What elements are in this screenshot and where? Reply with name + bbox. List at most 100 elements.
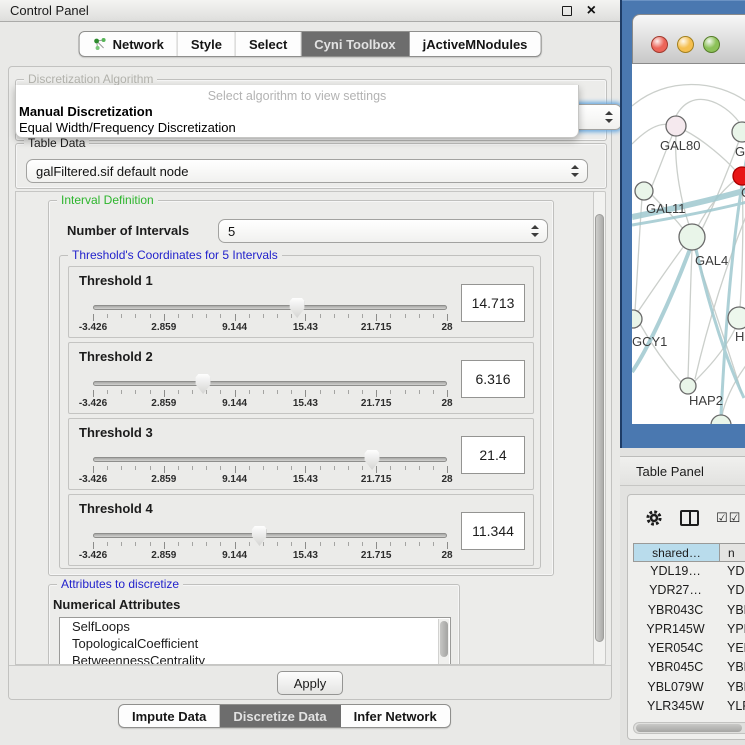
threshold-slider-track[interactable] [93,305,447,310]
threshold-value-field[interactable]: 14.713 [461,284,525,322]
table-column-header-2[interactable]: n [720,544,745,561]
algorithm-option-manual-discretization[interactable]: Manual Discretization [18,104,576,120]
tab-network[interactable]: Network [80,32,178,56]
threshold-panel-2: Threshold 2-3.4262.8599.14415.4321.71528… [68,342,534,414]
tab-label: jActiveMNodules [423,37,528,52]
checkbox-checked-icons[interactable]: ☑☑ [716,510,741,526]
apply-button[interactable]: Apply [277,671,343,695]
network-window-titlebar[interactable] [632,14,745,64]
scrollbar-thumb[interactable] [440,621,448,657]
table-row[interactable]: YBL079WYBL0 [633,678,745,697]
close-icon[interactable]: × [587,1,596,21]
discretization-algorithm-title: Discretization Algorithm [24,72,157,86]
mac-close-icon[interactable] [651,36,668,53]
node-label-hap2: HAP2 [689,393,723,408]
network-node-3[interactable] [635,182,653,200]
table-cell: YBR045C [633,658,719,677]
split-column-icon[interactable] [680,510,699,526]
node-label-h: H [735,329,744,344]
network-node-4[interactable] [679,224,705,250]
network-node-2[interactable] [733,167,745,185]
tab-discretize-data[interactable]: Discretize Data [220,705,340,727]
slider-scale-labels: -3.4262.8599.14415.4321.71528 [93,550,447,562]
tab-label: Cyni Toolbox [314,37,395,52]
table-toolbar: ☑☑ [628,495,745,541]
table-panel: Table Panel ☑☑ shared…n YDL19…YDL1YDR27…… [620,448,745,745]
mac-minimize-icon[interactable] [677,36,694,53]
table-row[interactable]: YDR27…YDR2 [633,581,745,600]
tab-impute-data[interactable]: Impute Data [119,705,220,727]
algorithm-dropdown-popup: Select algorithm to view settings Manual… [15,85,579,138]
node-label-gal80: GAL80 [660,138,700,153]
table-header-row: shared…n [633,543,745,562]
threshold-slider-track[interactable] [93,533,447,538]
network-node-7[interactable] [680,378,696,394]
attribute-item-betweennesscentrality[interactable]: BetweennessCentrality [60,652,450,665]
table-row[interactable]: YIL052CYIL0 [633,716,745,720]
control-panel-titlebar: Control Panel × [0,0,620,22]
slider-ticks [93,542,447,550]
table-cell: YBR0 [719,601,745,620]
attributes-group-title: Attributes to discretize [57,577,183,591]
number-of-intervals-combobox[interactable]: 5 [218,219,548,243]
panel-footer: Apply [9,665,611,699]
node-label-gal11: GAL11 [646,201,686,216]
table-cell: YLR345W [633,697,719,716]
table-data-combobox[interactable]: galFiltered.sif default node [26,159,588,183]
threshold-slider-track[interactable] [93,381,447,386]
algorithm-option-equal-width-frequency-discretization[interactable]: Equal Width/Frequency Discretization [18,120,576,136]
threshold-value-field[interactable]: 11.344 [461,512,525,550]
table-cell: YDL1 [719,562,745,581]
table-cell: YDR27… [633,581,719,600]
network-node-8[interactable] [711,415,731,424]
settings-scrollbar[interactable] [593,191,606,665]
threshold-value-field[interactable]: 21.4 [461,436,525,474]
threshold-value-field[interactable]: 6.316 [461,360,525,398]
tab-label: Style [191,37,222,52]
table-cell: YBR0 [719,658,745,677]
table-row[interactable]: YBR043CYBR0 [633,601,745,620]
threshold-slider-track[interactable] [93,457,447,462]
network-node-1[interactable] [732,122,745,142]
settings-gear-icon[interactable] [645,509,663,527]
table-cell: YBR043C [633,601,719,620]
network-window: GAL80GACGAL11GAL4GCY1HHAP2 [620,0,745,448]
number-of-intervals-label: Number of Intervals [67,223,189,238]
slider-ticks [93,314,447,322]
attribute-item-selfloops[interactable]: SelfLoops [60,618,450,635]
table-cell: YER0 [719,639,745,658]
slider-ticks [93,390,447,398]
table-cell: YLR3 [719,697,745,716]
float-icon[interactable] [562,6,572,16]
tab-cyni-toolbox[interactable]: Cyni Toolbox [301,32,409,56]
tab-label: Network [113,37,164,52]
table-rows: YDL19…YDL1YDR27…YDR2YBR043CYBR0YPR145WYP… [633,562,745,720]
table-data-group: Table Data galFiltered.sif default node [15,143,607,189]
tab-infer-network[interactable]: Infer Network [341,705,450,727]
scrollbar-thumb[interactable] [595,214,604,642]
node-label-gcy1: GCY1 [632,334,667,349]
table-row[interactable]: YDL19…YDL1 [633,562,745,581]
table-row[interactable]: YBR045CYBR0 [633,658,745,677]
tab-label: Infer Network [354,709,437,724]
control-panel-window: Control Panel × Network Style Select Cyni T… [0,0,620,745]
tab-style[interactable]: Style [178,32,236,56]
network-canvas[interactable]: GAL80GACGAL11GAL4GCY1HHAP2 [632,64,745,424]
attributes-list-scrollbar[interactable] [438,619,449,665]
table-cell: YBL079W [633,678,719,697]
mac-zoom-icon[interactable] [703,36,720,53]
attribute-item-topologicalcoefficient[interactable]: TopologicalCoefficient [60,635,450,652]
node-label-ga: GA [735,144,745,159]
table-row[interactable]: YPR145WYPR1 [633,620,745,639]
mac-window-controls [651,36,720,53]
table-column-header-1[interactable]: shared… [634,544,720,561]
table-row[interactable]: YLR345WYLR3 [633,697,745,716]
table-hscrollbar[interactable] [633,722,745,734]
tab-jactivemnodules[interactable]: jActiveMNodules [410,32,541,56]
numerical-attributes-list[interactable]: SelfLoopsTopologicalCoefficientBetweenne… [59,617,451,665]
table-row[interactable]: YER054CYER0 [633,639,745,658]
tab-select[interactable]: Select [236,32,301,56]
network-node-0[interactable] [666,116,686,136]
network-node-6[interactable] [728,307,745,329]
scrollbar-thumb[interactable] [636,724,742,732]
